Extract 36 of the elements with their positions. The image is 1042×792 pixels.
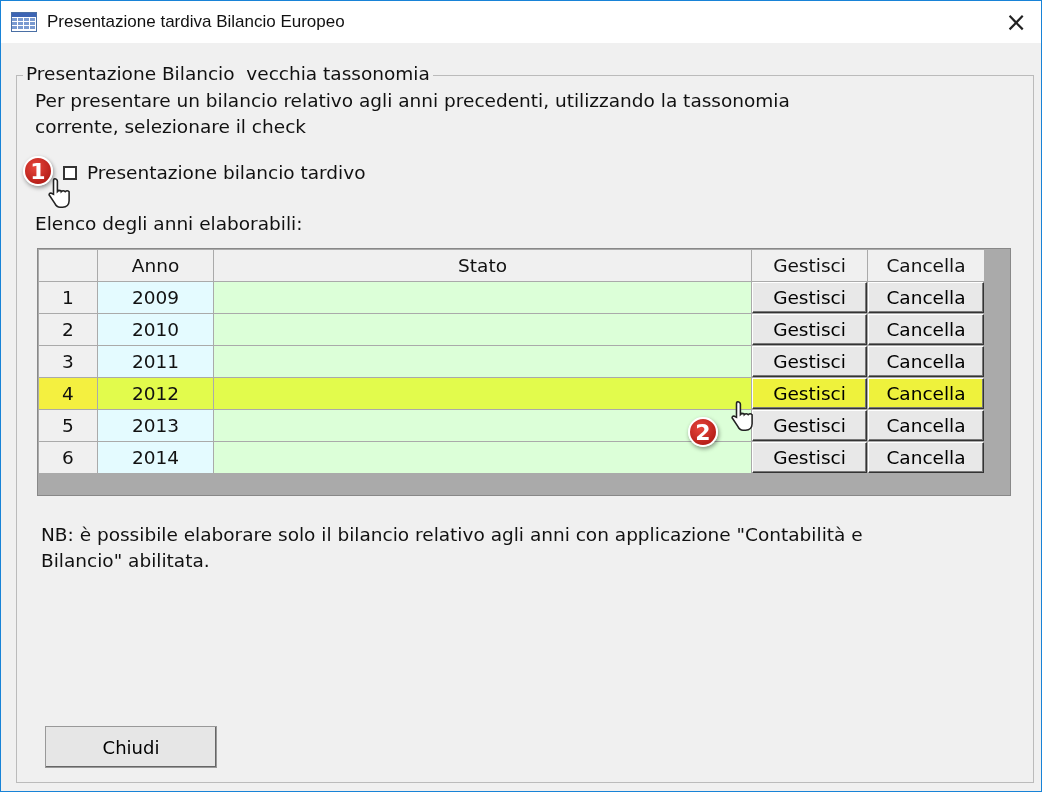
table-cell: 2014	[97, 441, 214, 474]
checkbox-label[interactable]: Presentazione bilancio tardivo	[87, 162, 366, 183]
manage-button[interactable]: Gestisci	[752, 314, 867, 345]
row-number[interactable]: 5	[38, 409, 98, 442]
manage-button[interactable]: Gestisci	[752, 346, 867, 377]
manage-button[interactable]: Gestisci	[752, 442, 867, 473]
table-cell: 2012	[97, 377, 214, 410]
column-header: Cancella	[867, 249, 985, 282]
close-dialog-button[interactable]: Chiudi	[45, 726, 217, 768]
row-number[interactable]: 6	[38, 441, 98, 474]
column-header: Anno	[97, 249, 214, 282]
table-cell: 2009	[97, 281, 214, 314]
delete-button[interactable]: Cancella	[868, 282, 984, 313]
column-header: Stato	[213, 249, 752, 282]
table-cell: 2011	[97, 345, 214, 378]
table-cell: 2013	[97, 409, 214, 442]
note-text: NB: è possibile elaborare solo il bilancio relativo agli anni con applicazione "Contabilità e Bilancio" abilitata.	[41, 523, 864, 573]
table-cell: 2010	[97, 313, 214, 346]
row-number[interactable]: 2	[38, 313, 98, 346]
window-title: Presentazione tardiva Bilancio Europeo	[47, 12, 346, 32]
close-button[interactable]: ×	[1001, 7, 1031, 37]
delete-button[interactable]: Cancella	[868, 442, 984, 473]
delete-button[interactable]: Cancella	[868, 346, 984, 377]
manage-button[interactable]: Gestisci	[752, 410, 867, 441]
manage-button[interactable]: Gestisci	[752, 282, 867, 313]
manage-button[interactable]: Gestisci	[752, 378, 867, 409]
intro-text: Per presentare un bilancio relativo agli anni precedenti, utilizzando la tassonomia corrente, selezionare il check	[35, 89, 791, 139]
column-header: Gestisci	[751, 249, 868, 282]
row-number[interactable]: 3	[38, 345, 98, 378]
list-label: Elenco degli anni elaborabili:	[35, 213, 304, 234]
step-badge: 1	[23, 156, 53, 186]
delete-button[interactable]: Cancella	[868, 378, 984, 409]
row-number[interactable]: 4	[38, 377, 98, 410]
row-number[interactable]: 1	[38, 281, 98, 314]
delete-button[interactable]: Cancella	[868, 410, 984, 441]
delete-button[interactable]: Cancella	[868, 314, 984, 345]
